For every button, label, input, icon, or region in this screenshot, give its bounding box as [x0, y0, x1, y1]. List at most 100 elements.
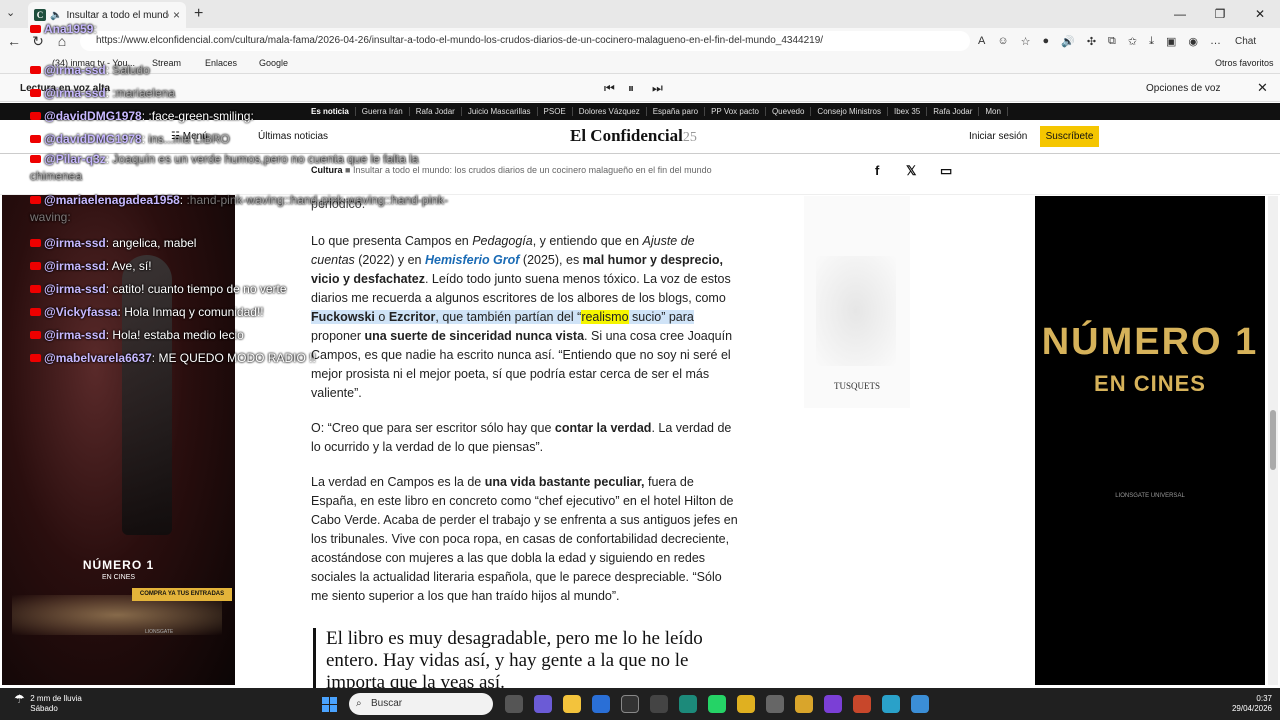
book-ad[interactable]: TUSQUETS — [804, 196, 910, 408]
article-body: periódico. Lo que presenta Campos en Ped… — [311, 195, 741, 622]
profile-icon[interactable]: ◉ — [1188, 35, 1198, 48]
headline-label: Insultar a todo el mundo: los crudos dia… — [352, 165, 712, 175]
app-purple-icon[interactable] — [824, 695, 842, 713]
site-header: ☷ Menú Últimas noticias El Confidencial2… — [0, 120, 1280, 154]
buy-tickets-button[interactable]: COMPRA YA TUS ENTRADAS — [132, 588, 232, 601]
bookmark-stream[interactable]: Stream — [152, 58, 181, 68]
close-tab-icon[interactable]: × — [173, 8, 180, 22]
tab-bar: ⌄ C 🔈 Insultar a todo el mundo: los × + … — [0, 0, 1280, 28]
close-read-aloud-icon[interactable]: ✕ — [1257, 80, 1268, 96]
extension-icon[interactable]: ● — [1042, 35, 1049, 48]
left-ad-brand: LIONSGATE — [145, 629, 174, 635]
topic-link[interactable]: Ibex 35 — [888, 107, 928, 116]
left-ad-title: NÚMERO 1 — [82, 558, 155, 572]
file-explorer-icon[interactable] — [563, 695, 581, 713]
tab-title: Insultar a todo el mundo: los — [66, 9, 169, 21]
vpn-icon[interactable] — [766, 695, 784, 713]
comments-icon[interactable]: ▭ — [940, 163, 952, 179]
close-window-icon[interactable]: ✕ — [1240, 0, 1280, 28]
browser-window: ⌄ C 🔈 Insultar a todo el mundo: los × + … — [0, 0, 1280, 720]
active-tab[interactable]: C 🔈 Insultar a todo el mundo: los × — [28, 2, 186, 28]
settings-icon[interactable] — [650, 695, 668, 713]
topic-link[interactable]: Dolores Vázquez — [573, 107, 647, 116]
page-scrollbar[interactable] — [1268, 196, 1278, 685]
bookmark-google[interactable]: Google — [259, 58, 288, 68]
topic-link[interactable]: Juicio Mascarillas — [462, 107, 538, 116]
speaker-icon[interactable]: 🔈 — [50, 10, 62, 21]
read-aloud-icon[interactable]: A — [978, 35, 985, 48]
voice-options-button[interactable]: Opciones de voz — [1146, 83, 1221, 94]
windows-taskbar: ☂ 2 mm de lluvia Sábado ⌕ Buscar 0:37 29… — [0, 688, 1280, 720]
topic-link[interactable]: Consejo Ministros — [811, 107, 888, 116]
topic-link[interactable]: PP Vox pacto — [705, 107, 766, 116]
rain-cloud-icon: ☂ — [14, 692, 25, 706]
subscribe-button[interactable]: Suscríbete — [1040, 126, 1099, 147]
powerpoint-icon[interactable] — [853, 695, 871, 713]
hemisferio-grof-link[interactable]: Hemisferio Grof — [425, 253, 519, 267]
site-logo[interactable]: El Confidencial25 — [570, 126, 697, 146]
paragraph-1: Lo que presenta Campos en Pedagogía, y e… — [311, 234, 733, 400]
app-icon[interactable] — [621, 695, 639, 713]
previous-icon[interactable]: ⏮ — [604, 81, 615, 96]
chrome-profile-icon[interactable] — [795, 695, 813, 713]
favorite-star-icon[interactable]: ☆ — [1021, 35, 1031, 48]
facebook-icon[interactable]: f — [875, 163, 879, 178]
login-link[interactable]: Iniciar sesión — [969, 131, 1027, 142]
home-icon[interactable]: ⌂ — [50, 33, 74, 49]
publisher-logo: TUSQUETS — [833, 381, 880, 391]
x-icon[interactable]: 𝕏 — [906, 163, 916, 179]
tab-list-chevron-icon[interactable]: ⌄ — [6, 6, 15, 19]
minimize-icon[interactable]: — — [1160, 0, 1200, 28]
pause-icon[interactable]: ⏸ — [628, 81, 634, 96]
favorites-icon[interactable]: ✩ — [1128, 35, 1137, 48]
url-field[interactable]: https://www.elconfidencial.com/cultura/m… — [80, 31, 970, 51]
right-ad-brands: LIONSGATE UNIVERSAL — [1115, 493, 1185, 499]
left-ad[interactable]: NÚMERO 1 EN CINES COMPRA YA TUS ENTRADAS… — [2, 195, 235, 685]
back-icon[interactable]: ← — [2, 33, 26, 49]
system-clock[interactable]: 0:37 29/04/2026 — [1228, 694, 1272, 714]
topic-link[interactable]: Mon — [979, 107, 1008, 116]
weather-widget[interactable]: ☂ 2 mm de lluvia Sábado — [14, 692, 82, 714]
more-icon[interactable]: … — [1210, 35, 1221, 48]
app-teal-icon[interactable] — [882, 695, 900, 713]
restore-icon[interactable]: ❐ — [1200, 0, 1240, 28]
task-view-icon[interactable] — [505, 695, 523, 713]
latest-news-link[interactable]: Últimas noticias — [258, 131, 328, 142]
topic-link[interactable]: Rafa Jodar — [927, 107, 980, 116]
paragraph-3: La verdad en Campos es la de una vida ba… — [311, 475, 738, 603]
mail-icon[interactable] — [592, 695, 610, 713]
search-icon: ⌕ — [356, 698, 362, 709]
ad-stage-lights — [12, 595, 222, 635]
topic-link[interactable]: Rafa Jodar — [410, 107, 462, 116]
topic-link[interactable]: Quevedo — [766, 107, 812, 116]
chrome-icon[interactable] — [737, 695, 755, 713]
split-screen-icon[interactable]: ⧉ — [1108, 35, 1116, 48]
clock-time: 0:37 — [1256, 694, 1272, 703]
other-favorites[interactable]: Otros favoritos — [1215, 58, 1274, 68]
section-label[interactable]: Cultura — [311, 165, 343, 175]
topic-link[interactable]: PSOE — [538, 107, 573, 116]
clock-date: 29/04/2026 — [1231, 704, 1272, 713]
smiley-icon[interactable]: ☺ — [997, 35, 1008, 48]
start-button[interactable] — [322, 697, 337, 712]
right-ad[interactable]: NÚMERO 1 EN CINES LIONSGATE UNIVERSAL — [1035, 196, 1265, 685]
whatsapp-icon[interactable] — [708, 695, 726, 713]
copilot-chat-button[interactable]: Chat — [1235, 36, 1256, 47]
topic-link[interactable]: Guerra Irán — [356, 107, 410, 116]
collections-icon[interactable]: ▣ — [1166, 35, 1176, 48]
menu-button[interactable]: ☷ Menú — [171, 131, 208, 142]
photos-icon[interactable] — [911, 695, 929, 713]
edge-icon[interactable] — [679, 695, 697, 713]
scrollbar-thumb[interactable] — [1270, 410, 1276, 470]
taskbar-search[interactable]: ⌕ Buscar — [349, 693, 493, 715]
bookmark-youtube[interactable]: (34) inmaq tv - You... — [52, 58, 135, 68]
new-tab-icon[interactable]: + — [194, 5, 203, 23]
next-icon[interactable]: ⏭ — [652, 81, 663, 96]
download-icon[interactable]: ⤓ — [1149, 35, 1154, 48]
topic-link[interactable]: España paro — [647, 107, 706, 116]
audio-icon[interactable]: 🔊 — [1061, 35, 1075, 48]
refresh-icon[interactable]: ↻ — [26, 33, 50, 50]
puzzle-icon[interactable]: ✣ — [1087, 35, 1096, 48]
bookmark-enlaces[interactable]: Enlaces — [205, 58, 237, 68]
teams-icon[interactable] — [534, 695, 552, 713]
